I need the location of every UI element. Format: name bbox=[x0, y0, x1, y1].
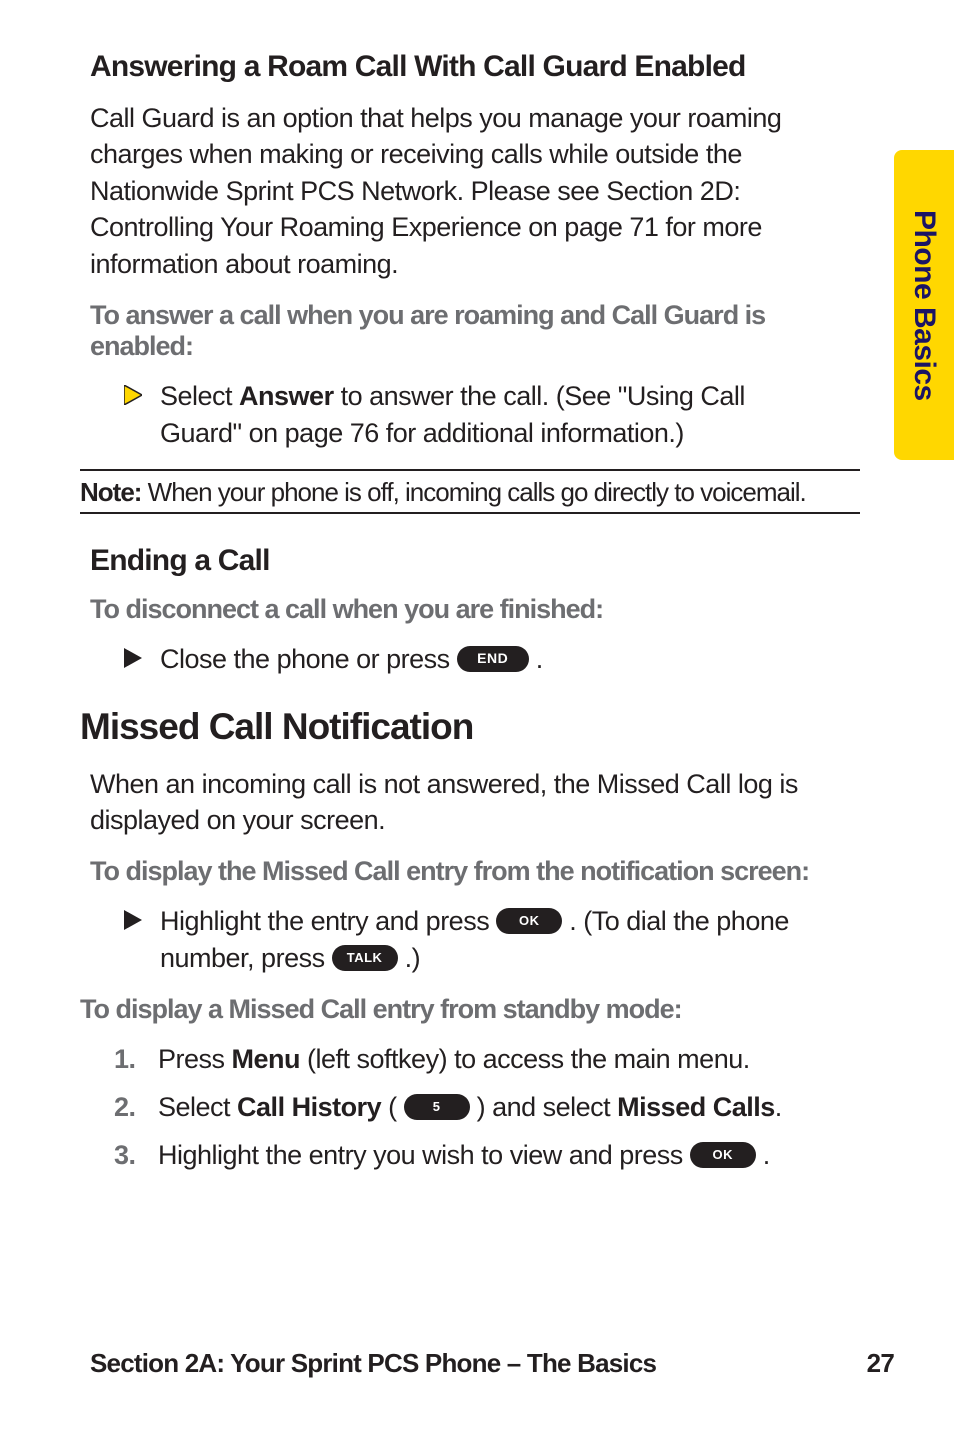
steps-list: Press Menu (left softkey) to access the … bbox=[90, 1041, 830, 1174]
footer-section: Section 2A: Your Sprint PCS Phone – The … bbox=[90, 1348, 656, 1379]
triangle-bullet-icon bbox=[124, 648, 142, 668]
bullet-close-text: Close the phone or press END . bbox=[160, 641, 543, 677]
five-button-icon: 5 bbox=[404, 1094, 470, 1120]
heading-roam-call: Answering a Roam Call With Call Guard En… bbox=[90, 50, 830, 84]
page-footer: Section 2A: Your Sprint PCS Phone – The … bbox=[90, 1348, 894, 1379]
txt-bold: Missed Calls bbox=[617, 1092, 775, 1122]
txt-frag: Highlight the entry you wish to view and… bbox=[158, 1140, 690, 1170]
txt-bold: Menu bbox=[232, 1044, 301, 1074]
side-tab-label: Phone Basics bbox=[907, 210, 941, 401]
txt-frag: . bbox=[756, 1140, 770, 1170]
txt-frag: . bbox=[529, 644, 543, 674]
txt-frag: ) and select bbox=[470, 1092, 618, 1122]
ok-button-icon: OK bbox=[496, 908, 562, 934]
page-content: Answering a Roam Call With Call Guard En… bbox=[90, 50, 830, 1175]
lead-display-notif: To display the Missed Call entry from th… bbox=[90, 856, 830, 887]
heading-missed-call: Missed Call Notification bbox=[80, 706, 830, 748]
bullet-answer: Select Answer to answer the call. (See "… bbox=[90, 378, 830, 451]
lead-answer-roam: To answer a call when you are roaming an… bbox=[90, 300, 830, 362]
bullet-answer-text: Select Answer to answer the call. (See "… bbox=[160, 378, 830, 451]
txt-frag: (left softkey) to access the main menu. bbox=[300, 1044, 750, 1074]
bullet-highlight-text: Highlight the entry and press OK . (To d… bbox=[160, 903, 830, 976]
triangle-bullet-icon bbox=[124, 385, 142, 405]
step-2: Select Call History ( 5 ) and select Mis… bbox=[114, 1089, 830, 1127]
txt-bold: Call History bbox=[237, 1092, 381, 1122]
end-button-icon: END bbox=[457, 646, 529, 672]
txt-frag: Select bbox=[158, 1092, 237, 1122]
txt-frag: Highlight the entry and press bbox=[160, 906, 496, 936]
lead-display-standby: To display a Missed Call entry from stan… bbox=[80, 994, 830, 1025]
paragraph-roam-intro: Call Guard is an option that helps you m… bbox=[90, 100, 830, 282]
txt-frag: . bbox=[775, 1092, 782, 1122]
step-3: Highlight the entry you wish to view and… bbox=[114, 1137, 830, 1175]
txt-frag: Select bbox=[160, 381, 239, 411]
heading-ending-call: Ending a Call bbox=[90, 544, 830, 578]
bullet-close-phone: Close the phone or press END . bbox=[90, 641, 830, 677]
paragraph-missed-intro: When an incoming call is not answered, t… bbox=[90, 766, 830, 839]
bullet-highlight-entry: Highlight the entry and press OK . (To d… bbox=[90, 903, 830, 976]
txt-bold: Answer bbox=[239, 381, 334, 411]
footer-page-number: 27 bbox=[867, 1348, 894, 1379]
note-box: Note: When your phone is off, incoming c… bbox=[80, 469, 860, 514]
side-tab: Phone Basics bbox=[894, 150, 954, 460]
step-1: Press Menu (left softkey) to access the … bbox=[114, 1041, 830, 1079]
lead-disconnect: To disconnect a call when you are finish… bbox=[90, 594, 830, 625]
triangle-bullet-icon bbox=[124, 910, 142, 930]
txt-frag: ( bbox=[381, 1092, 404, 1122]
note-text: When your phone is off, incoming calls g… bbox=[141, 477, 805, 507]
txt-frag: Press bbox=[158, 1044, 232, 1074]
ok-button-icon: OK bbox=[690, 1142, 756, 1168]
note-label: Note: bbox=[80, 477, 141, 507]
txt-frag: .) bbox=[398, 943, 421, 973]
txt-frag: Close the phone or press bbox=[160, 644, 457, 674]
talk-button-icon: TALK bbox=[332, 945, 398, 971]
